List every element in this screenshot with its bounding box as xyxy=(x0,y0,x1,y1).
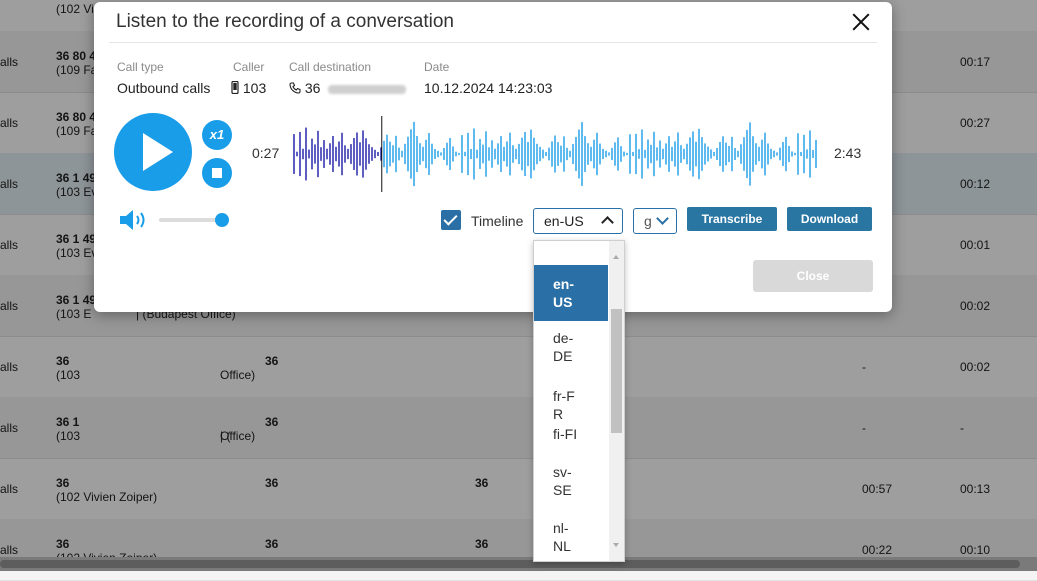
scrollbar-thumb[interactable] xyxy=(0,560,1020,568)
close-icon[interactable] xyxy=(850,11,872,33)
recording-dialog: Listen to the recording of a conversatio… xyxy=(94,2,892,312)
date-value: 10.12.2024 14:23:03 xyxy=(424,80,553,96)
volume-slider[interactable] xyxy=(159,213,229,227)
volume-slider-knob[interactable] xyxy=(215,213,229,227)
language-dropdown: en-US de-DE fr-FR fi-FI sv-SE nl-NL xyxy=(533,240,625,562)
language-select[interactable]: en-US xyxy=(533,208,623,234)
dropdown-option-fi-fi[interactable]: fi-FI xyxy=(534,425,608,445)
speed-button[interactable]: x1 xyxy=(202,120,232,150)
dropdown-option-de-de[interactable]: de-DE xyxy=(534,329,608,365)
scroll-down-icon[interactable] xyxy=(613,543,619,547)
timeline-label: Timeline xyxy=(471,213,524,229)
volume-icon[interactable] xyxy=(119,209,149,231)
download-button[interactable]: Download xyxy=(787,207,872,231)
play-button[interactable] xyxy=(114,113,192,191)
dropdown-option-fr-fr[interactable]: fr-FR xyxy=(534,387,608,422)
phone-icon xyxy=(289,82,301,94)
language-select-value: en-US xyxy=(544,213,584,229)
timeline-checkbox[interactable] xyxy=(441,210,461,230)
total-time: 2:43 xyxy=(834,145,862,161)
stop-button[interactable] xyxy=(202,158,232,188)
current-time: 0:27 xyxy=(252,145,280,161)
call-type-value: Outbound calls xyxy=(117,80,211,96)
divider xyxy=(109,42,877,43)
close-button[interactable]: Close xyxy=(753,260,873,292)
dropdown-option-en-us[interactable]: en-US xyxy=(534,265,608,321)
secondary-select-value: g xyxy=(644,213,652,229)
redacted-text xyxy=(328,84,407,94)
caller-label: Caller xyxy=(233,60,265,74)
chevron-down-icon xyxy=(656,212,669,225)
date-label: Date xyxy=(424,60,450,74)
caller-value: 103 xyxy=(231,80,266,96)
scroll-up-icon[interactable] xyxy=(613,255,619,259)
chevron-up-icon xyxy=(601,216,614,229)
transcribe-button[interactable]: Transcribe xyxy=(687,207,777,231)
call-destination-label: Call destination xyxy=(289,60,372,74)
secondary-select[interactable]: g xyxy=(633,208,677,234)
dropdown-option-sv-se[interactable]: sv-SE xyxy=(534,463,608,499)
dropdown-option-nl-nl[interactable]: nl-NL xyxy=(534,519,608,554)
dropdown-scrollbar[interactable] xyxy=(609,241,624,561)
phone-device-icon xyxy=(231,80,239,95)
dropdown-scroll-thumb[interactable] xyxy=(611,309,622,433)
waveform[interactable] xyxy=(292,116,820,192)
destination-value: 36 xyxy=(289,80,407,96)
call-type-label: Call type xyxy=(117,60,164,74)
dialog-title: Listen to the recording of a conversatio… xyxy=(116,11,454,32)
destination-number: 36 xyxy=(304,80,321,96)
horizontal-scrollbar[interactable] xyxy=(0,557,1037,571)
caller-number: 103 xyxy=(242,80,267,96)
